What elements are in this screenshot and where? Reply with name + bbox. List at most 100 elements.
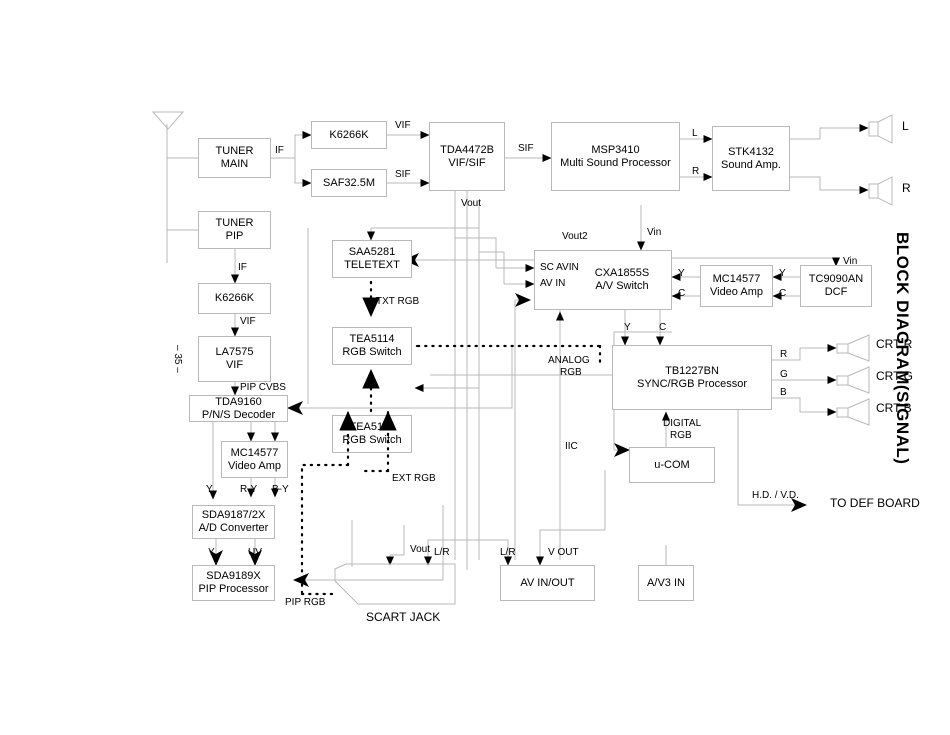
block-label-line1: A/V3 IN: [647, 576, 685, 589]
wire-layer: [166, 124, 869, 587]
block-tc9090an[interactable]: TC9090AN DCF: [800, 265, 872, 307]
block-label-line1: TEA5114: [349, 421, 395, 433]
block-label-line1: TDA4472B: [440, 143, 494, 156]
block-label-line2: A/D Converter: [198, 522, 269, 534]
block-label-line2: TELETEXT: [344, 259, 400, 271]
block-label-line1: u-COM: [654, 458, 690, 471]
block-sda9189x[interactable]: SDA9189X PIP Processor: [192, 565, 275, 601]
label-pip-rgb: PIP RGB: [285, 597, 326, 608]
label-by-left: B-Y: [272, 484, 289, 495]
crt-gun-icon-r: [836, 334, 870, 362]
label-hd-vd: H.D. / V.D.: [752, 490, 799, 501]
block-ucom[interactable]: u-COM: [629, 447, 715, 483]
block-label-line1: TB1227BN: [665, 364, 719, 377]
block-label-line2: VIF/SIF: [448, 156, 486, 169]
block-label-line1: AV IN/OUT: [520, 576, 575, 589]
crt-gun-icon-b: [836, 398, 870, 426]
block-tda4472b[interactable]: TDA4472B VIF/SIF: [429, 122, 505, 191]
block-label-line1: TUNER: [215, 217, 254, 229]
label-lr-scart: L/R: [434, 547, 450, 558]
block-k6266k-top[interactable]: K6266K: [311, 121, 387, 149]
block-label-line2: Video Amp: [227, 459, 281, 472]
label-iic: IIC: [565, 441, 578, 452]
label-if-main: IF: [275, 145, 284, 156]
block-k6266k-pip[interactable]: K6266K: [198, 283, 271, 314]
block-label-line2: A/V Switch: [595, 280, 649, 292]
block-diagram-canvas: TUNER MAIN TUNER PIP K6266K SAF32.5M TDA…: [0, 0, 950, 735]
block-tb1227bn[interactable]: TB1227BN SYNC/RGB Processor: [612, 345, 772, 410]
label-lr-av: L/R: [500, 547, 516, 558]
label-analog-rgb-1: ANALOG: [548, 355, 590, 366]
label-c-cxa-right: C: [678, 288, 686, 299]
speaker-icon-left: [868, 114, 893, 144]
block-mc14577-left[interactable]: MC14577 Video Amp: [221, 441, 288, 478]
block-label-line1: TEA5114: [349, 333, 395, 345]
block-label-line1: K6266K: [329, 128, 369, 141]
block-la7575[interactable]: LA7575 VIF: [198, 336, 271, 382]
block-label-line2: Video Amp: [709, 286, 763, 298]
block-mc14577-right[interactable]: MC14577 Video Amp: [700, 265, 773, 307]
label-av-in: AV IN: [540, 278, 566, 289]
block-label-line1: SAA5281: [348, 246, 396, 258]
block-label-line2: RGB Switch: [342, 346, 402, 358]
label-v-out-av: V OUT: [548, 547, 579, 558]
crt-gun-icon-g: [836, 366, 870, 394]
label-r-tb: R: [780, 349, 788, 360]
block-tuner-main[interactable]: TUNER MAIN: [198, 138, 271, 178]
block-tea5114-bottom[interactable]: TEA5114 RGB Switch: [332, 415, 412, 453]
block-saa5281[interactable]: SAA5281 TELETEXT: [332, 240, 412, 278]
block-tea5114-top[interactable]: TEA5114 RGB Switch: [332, 327, 412, 365]
label-b-tb: B: [780, 387, 787, 398]
block-saf32-5m[interactable]: SAF32.5M: [311, 169, 387, 197]
block-label-line1: STK4132: [728, 145, 774, 158]
block-label-line2: DCF: [824, 286, 848, 298]
block-av3-in[interactable]: A/V3 IN: [638, 565, 694, 601]
block-tda9160[interactable]: TDA9160 P/N/S Decoder: [189, 395, 288, 422]
label-digital-rgb-2: RGB: [670, 430, 692, 441]
block-label-line2: Multi Sound Processor: [560, 156, 671, 169]
label-sif-top: SIF: [395, 169, 411, 180]
label-ry-left: R-Y: [240, 484, 258, 495]
block-stk4132[interactable]: STK4132 Sound Amp.: [712, 126, 790, 191]
block-label-line1: TUNER: [215, 145, 254, 157]
label-vif-top: VIF: [395, 120, 411, 131]
block-av-in-out[interactable]: AV IN/OUT: [500, 565, 595, 601]
label-ext-rgb: EXT RGB: [392, 473, 436, 484]
block-label-line2: P/N/S Decoder: [201, 408, 276, 421]
label-y-ad: Y: [208, 547, 215, 558]
label-uv-ad: UV: [248, 547, 262, 558]
label-speaker-l: L: [902, 119, 909, 133]
label-sif-msp: SIF: [518, 143, 534, 154]
block-sda9187-2x[interactable]: SDA9187/2X A/D Converter: [192, 505, 275, 539]
block-label-line2: RGB Switch: [342, 434, 402, 446]
label-r-out: R: [692, 166, 700, 177]
block-label-line1: LA7575: [215, 346, 254, 358]
label-vin-cxa: Vin: [647, 227, 662, 238]
block-tuner-pip[interactable]: TUNER PIP: [198, 211, 271, 249]
label-to-def-board: TO DEF BOARD: [830, 496, 920, 510]
block-label-line2: SYNC/RGB Processor: [636, 377, 748, 390]
block-label-line1: TDA9160: [215, 395, 262, 408]
block-label-line1: TC9090AN: [808, 273, 864, 285]
speaker-icon-right: [868, 176, 893, 206]
block-label-line2: PIP Processor: [198, 583, 269, 595]
block-label-line1: CXA1855S: [594, 267, 650, 279]
label-y-left: Y: [206, 484, 213, 495]
block-label-line2: Sound Amp.: [721, 158, 781, 171]
label-vout-tda: Vout: [461, 198, 482, 209]
label-speaker-r: R: [902, 181, 911, 195]
label-vif-pip: VIF: [240, 316, 256, 327]
block-msp3410[interactable]: MSP3410 Multi Sound Processor: [551, 122, 680, 191]
label-analog-rgb-2: RGB: [560, 367, 582, 378]
block-label-line1: SDA9187/2X: [201, 509, 266, 521]
dotted-wire-layer: [300, 280, 602, 596]
label-scart-jack: SCART JACK: [366, 610, 441, 624]
label-y-cxa-right: Y: [678, 268, 685, 279]
side-title: BLOCK DIAGRAM(SIGNAL): [893, 232, 912, 465]
label-vin-tc: Vin: [843, 256, 858, 267]
label-digital-rgb-1: DIGITAL: [663, 418, 702, 429]
block-label-line1: MSP3410: [591, 143, 640, 156]
block-label-line1: MC14577: [230, 446, 279, 459]
scart-jack-shape[interactable]: [334, 563, 456, 605]
block-label-line2: MAIN: [220, 158, 249, 170]
